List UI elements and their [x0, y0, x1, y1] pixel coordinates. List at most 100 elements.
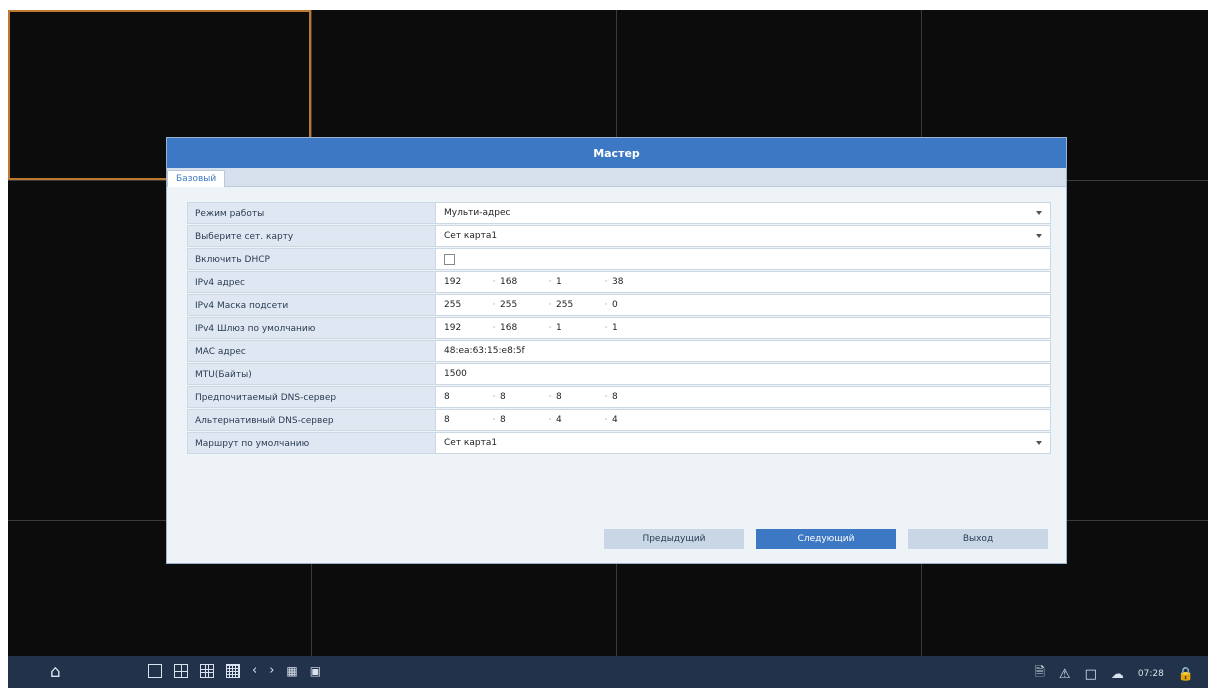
- previous-button[interactable]: Предыдущий: [604, 529, 744, 549]
- select-value: Сет карта1: [444, 438, 498, 448]
- ip-octet[interactable]: 1: [556, 323, 600, 333]
- select-field[interactable]: Сет карта1: [435, 432, 1051, 454]
- form-row: Предпочитаемый DNS-сервер 8 · 8 · 8 · 8: [187, 386, 1051, 408]
- ip-octet[interactable]: 1: [556, 277, 600, 287]
- octet-separator: ·: [604, 392, 608, 402]
- ip-octet[interactable]: 4: [556, 415, 600, 425]
- ip-octet[interactable]: 255: [556, 300, 600, 310]
- octet-separator: ·: [548, 277, 552, 287]
- ip-address-field[interactable]: 8 · 8 · 4 · 4: [435, 409, 1051, 431]
- form-row: Маршрут по умолчанию Сет карта1: [187, 432, 1051, 454]
- form-row: IPv4 Маска подсети 255 · 255 · 255 · 0: [187, 294, 1051, 316]
- chevron-down-icon[interactable]: [1036, 234, 1042, 238]
- layout-1-icon[interactable]: [148, 664, 162, 678]
- live-view-screen: Мастер Базовый Режим работы Мульти-адрес В…: [8, 10, 1208, 688]
- chevron-down-icon[interactable]: [1036, 441, 1042, 445]
- ip-octet[interactable]: 192: [444, 277, 488, 287]
- select-value: Сет карта1: [444, 231, 498, 241]
- ip-octets: 192 · 168 · 1 · 38: [444, 277, 656, 287]
- ip-octet[interactable]: 255: [444, 300, 488, 310]
- field-label: MTU(Байты): [187, 363, 435, 385]
- ip-octet[interactable]: 4: [612, 415, 656, 425]
- form-row: MAC адрес 48:ea:63:15:e8:5f: [187, 340, 1051, 362]
- ip-address-field[interactable]: 192 · 168 · 1 · 38: [435, 271, 1051, 293]
- lock-icon[interactable]: 🔒: [1178, 667, 1194, 682]
- octet-separator: ·: [604, 300, 608, 310]
- field-label: MAC адрес: [187, 340, 435, 362]
- system-tray: 🗎 ⚠ □ ☁ 07:28 🔒: [1034, 663, 1194, 685]
- tab-bar: Базовый: [167, 168, 1066, 187]
- ip-octet[interactable]: 0: [612, 300, 656, 310]
- prev-icon[interactable]: ‹: [252, 664, 257, 678]
- sequence-icon[interactable]: ▦: [286, 664, 297, 678]
- octet-separator: ·: [604, 323, 608, 333]
- text-value: 1500: [444, 369, 467, 379]
- document-icon[interactable]: 🗎: [1034, 663, 1044, 685]
- select-field[interactable]: Сет карта1: [435, 225, 1051, 247]
- ip-octet[interactable]: 38: [612, 277, 656, 287]
- ip-octet[interactable]: 8: [500, 415, 544, 425]
- text-field[interactable]: 48:ea:63:15:e8:5f: [435, 340, 1051, 362]
- network-form: Режим работы Мульти-адрес Выберите сет. ка…: [187, 202, 1051, 455]
- fullscreen-icon[interactable]: ▣: [310, 664, 321, 678]
- select-field[interactable]: Мульти-адрес: [435, 202, 1051, 224]
- field-label: IPv4 Маска подсети: [187, 294, 435, 316]
- field-label: Включить DHCP: [187, 248, 435, 270]
- ip-octets: 8 · 8 · 4 · 4: [444, 415, 656, 425]
- field-label: Выберите сет. карту: [187, 225, 435, 247]
- octet-separator: ·: [492, 392, 496, 402]
- ip-address-field[interactable]: 255 · 255 · 255 · 0: [435, 294, 1051, 316]
- layout-4-icon[interactable]: [174, 664, 188, 678]
- clock: 07:28: [1137, 669, 1164, 679]
- select-value: Мульти-адрес: [444, 208, 511, 218]
- chevron-down-icon[interactable]: [1036, 211, 1042, 215]
- layout-switcher: ‹ › ▦ ▣: [148, 664, 321, 678]
- ip-address-field[interactable]: 8 · 8 · 8 · 8: [435, 386, 1051, 408]
- form-row: IPv4 Шлюз по умолчанию 192 · 168 · 1 · 1: [187, 317, 1051, 339]
- next-icon[interactable]: ›: [269, 664, 274, 678]
- ip-octet[interactable]: 8: [444, 392, 488, 402]
- octet-separator: ·: [548, 392, 552, 402]
- octet-separator: ·: [604, 415, 608, 425]
- ip-octet[interactable]: 8: [444, 415, 488, 425]
- next-button[interactable]: Следующий: [756, 529, 896, 549]
- octet-separator: ·: [604, 277, 608, 287]
- ip-octet[interactable]: 8: [612, 392, 656, 402]
- form-row: Режим работы Мульти-адрес: [187, 202, 1051, 224]
- dhcp-checkbox[interactable]: [444, 253, 455, 265]
- ip-octet[interactable]: 255: [500, 300, 544, 310]
- text-field[interactable]: 1500: [435, 363, 1051, 385]
- octet-separator: ·: [492, 323, 496, 333]
- layout-16-icon[interactable]: [226, 664, 240, 678]
- ip-octet[interactable]: 8: [500, 392, 544, 402]
- ip-octet[interactable]: 8: [556, 392, 600, 402]
- tab-basic[interactable]: Базовый: [167, 170, 226, 187]
- dhcp-checkbox-field[interactable]: [435, 248, 1051, 270]
- field-label: Альтернативный DNS-сервер: [187, 409, 435, 431]
- home-icon[interactable]: ⌂: [50, 662, 61, 682]
- alarm-icon[interactable]: ⚠: [1059, 667, 1071, 682]
- ip-address-field[interactable]: 192 · 168 · 1 · 1: [435, 317, 1051, 339]
- exit-button[interactable]: Выход: [908, 529, 1048, 549]
- field-label: IPv4 адрес: [187, 271, 435, 293]
- dialog-title: Мастер: [167, 138, 1066, 168]
- field-label: IPv4 Шлюз по умолчанию: [187, 317, 435, 339]
- field-label: Предпочитаемый DNS-сервер: [187, 386, 435, 408]
- field-label: Маршрут по умолчанию: [187, 432, 435, 454]
- ip-octet[interactable]: 168: [500, 323, 544, 333]
- octet-separator: ·: [492, 277, 496, 287]
- text-value: 48:ea:63:15:e8:5f: [444, 346, 525, 356]
- ip-octet[interactable]: 192: [444, 323, 488, 333]
- form-row: IPv4 адрес 192 · 168 · 1 · 38: [187, 271, 1051, 293]
- taskbar: ⌂ ‹ › ▦ ▣ 🗎 ⚠ □ ☁ 07:28 🔒: [8, 656, 1208, 688]
- ip-octets: 8 · 8 · 8 · 8: [444, 392, 656, 402]
- ip-octets: 192 · 168 · 1 · 1: [444, 323, 656, 333]
- form-row: MTU(Байты) 1500: [187, 363, 1051, 385]
- cloud-icon[interactable]: ☁: [1111, 667, 1124, 682]
- ip-octets: 255 · 255 · 255 · 0: [444, 300, 656, 310]
- layout-9-icon[interactable]: [200, 664, 214, 678]
- ip-octet[interactable]: 1: [612, 323, 656, 333]
- ip-octet[interactable]: 168: [500, 277, 544, 287]
- display-icon[interactable]: □: [1085, 667, 1097, 682]
- form-row: Альтернативный DNS-сервер 8 · 8 · 4 · 4: [187, 409, 1051, 431]
